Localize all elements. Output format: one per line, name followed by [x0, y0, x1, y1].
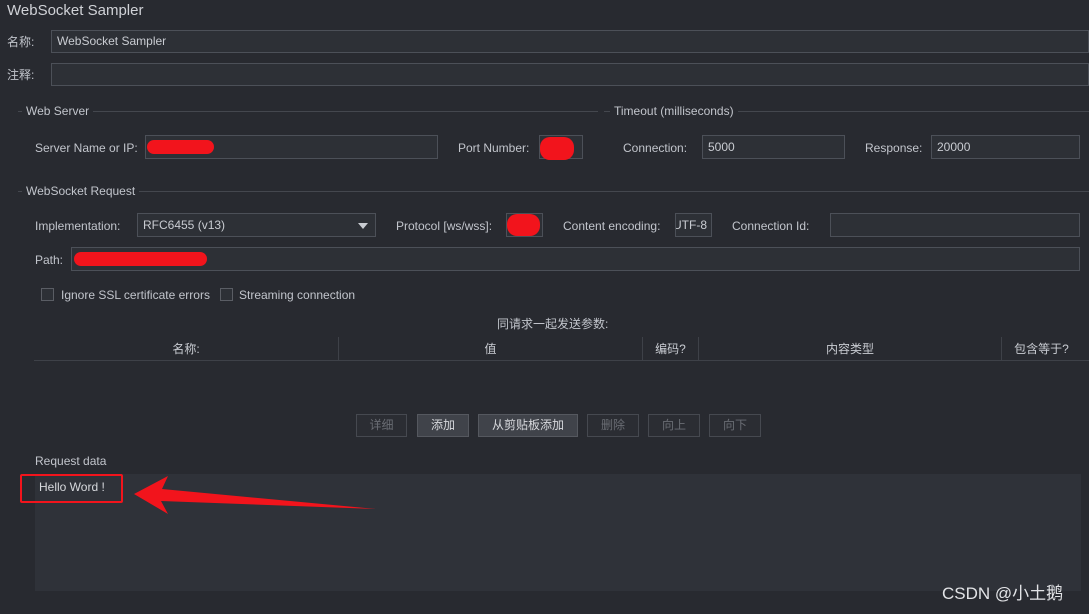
chevron-down-icon[interactable]	[358, 223, 368, 229]
implementation-value: RFC6455 (v13)	[143, 218, 226, 232]
red-arrow-icon	[134, 476, 376, 514]
path-label: Path:	[35, 253, 64, 267]
column-header-name[interactable]: 名称:	[34, 337, 338, 361]
watermark: CSDN @小土鹅	[942, 584, 1064, 603]
implementation-label: Implementation:	[35, 219, 121, 233]
redaction-mark	[540, 137, 574, 160]
column-header-content-type[interactable]: 内容类型	[698, 337, 1001, 361]
content-encoding-value: UTF-8	[675, 218, 707, 232]
ws-request-divider	[18, 191, 1089, 192]
content-encoding-label: Content encoding:	[563, 219, 661, 233]
redaction-mark	[507, 214, 540, 236]
ws-request-legend: WebSocket Request	[22, 183, 140, 199]
column-header-value[interactable]: 值	[338, 337, 642, 361]
redaction-mark	[147, 140, 214, 154]
response-timeout-label: Response:	[865, 141, 923, 155]
implementation-select[interactable]: RFC6455 (v13)	[137, 213, 376, 237]
detail-button[interactable]: 详细	[356, 414, 407, 437]
move-up-button[interactable]: 向上	[648, 414, 700, 437]
move-down-button[interactable]: 向下	[709, 414, 761, 437]
name-input[interactable]: WebSocket Sampler	[51, 30, 1089, 53]
web-server-legend: Web Server	[22, 103, 94, 119]
name-label: 名称:	[7, 35, 35, 49]
add-from-clipboard-button[interactable]: 从剪贴板添加	[478, 414, 578, 437]
comment-label: 注释:	[7, 68, 35, 82]
column-header-include-equals[interactable]: 包含等于?	[1001, 337, 1081, 361]
port-label: Port Number:	[458, 141, 530, 155]
connection-timeout-input[interactable]: 5000	[702, 135, 845, 159]
content-encoding-input[interactable]: UTF-8	[675, 213, 712, 237]
response-timeout-input[interactable]: 20000	[931, 135, 1080, 159]
protocol-label: Protocol [ws/wss]:	[396, 219, 493, 233]
params-caption: 同请求一起发送参数:	[497, 317, 609, 331]
comment-input[interactable]	[51, 63, 1089, 86]
connection-id-input[interactable]	[830, 213, 1080, 237]
column-header-encode[interactable]: 编码?	[642, 337, 698, 361]
add-button[interactable]: 添加	[417, 414, 469, 437]
connection-timeout-label: Connection:	[623, 141, 688, 155]
redaction-mark	[74, 252, 207, 266]
ignore-ssl-label: Ignore SSL certificate errors	[61, 288, 210, 302]
window-title: WebSocket Sampler	[7, 2, 144, 19]
web-server-divider	[18, 111, 598, 112]
request-data-label: Request data	[35, 454, 107, 468]
delete-button[interactable]: 删除	[587, 414, 639, 437]
streaming-checkbox[interactable]	[220, 288, 233, 301]
streaming-label: Streaming connection	[239, 288, 356, 302]
ignore-ssl-checkbox[interactable]	[41, 288, 54, 301]
highlight-box	[20, 474, 123, 503]
connection-id-label: Connection Id:	[732, 219, 810, 233]
path-input[interactable]	[71, 247, 1080, 271]
timeout-legend: Timeout (milliseconds)	[610, 103, 738, 119]
server-name-label: Server Name or IP:	[35, 141, 138, 155]
